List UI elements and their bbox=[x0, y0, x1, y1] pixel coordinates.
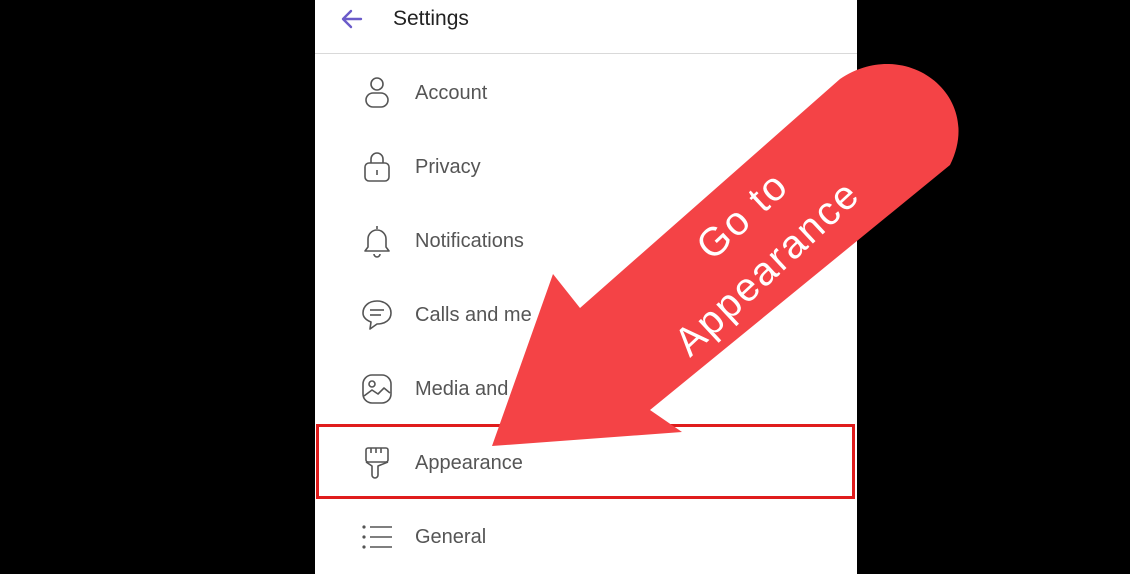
page-title: Settings bbox=[393, 7, 469, 30]
settings-item-media[interactable]: Media and bbox=[315, 352, 857, 426]
lock-icon bbox=[364, 152, 390, 182]
settings-item-label: Media and bbox=[415, 378, 509, 400]
settings-item-label: Calls and me bbox=[415, 304, 532, 326]
list-icon bbox=[362, 525, 392, 549]
chat-bubble-icon bbox=[362, 300, 392, 330]
image-icon bbox=[362, 374, 392, 404]
bell-icon bbox=[364, 226, 390, 258]
settings-item-label: Account bbox=[415, 82, 488, 104]
appearance-highlight-box bbox=[316, 424, 855, 499]
settings-item-label: Privacy bbox=[415, 156, 481, 178]
settings-item-label: General bbox=[415, 526, 487, 548]
settings-header: Settings bbox=[315, 0, 857, 54]
person-icon bbox=[365, 77, 389, 108]
settings-item-general[interactable]: General bbox=[315, 500, 857, 574]
settings-item-label: Notifications bbox=[415, 230, 524, 252]
settings-item-privacy[interactable]: Privacy bbox=[315, 130, 857, 204]
settings-item-calls[interactable]: Calls and me bbox=[315, 278, 857, 352]
settings-item-notifications[interactable]: Notifications bbox=[315, 204, 857, 278]
back-arrow-icon[interactable] bbox=[339, 6, 365, 32]
settings-item-account[interactable]: Account bbox=[315, 56, 857, 130]
